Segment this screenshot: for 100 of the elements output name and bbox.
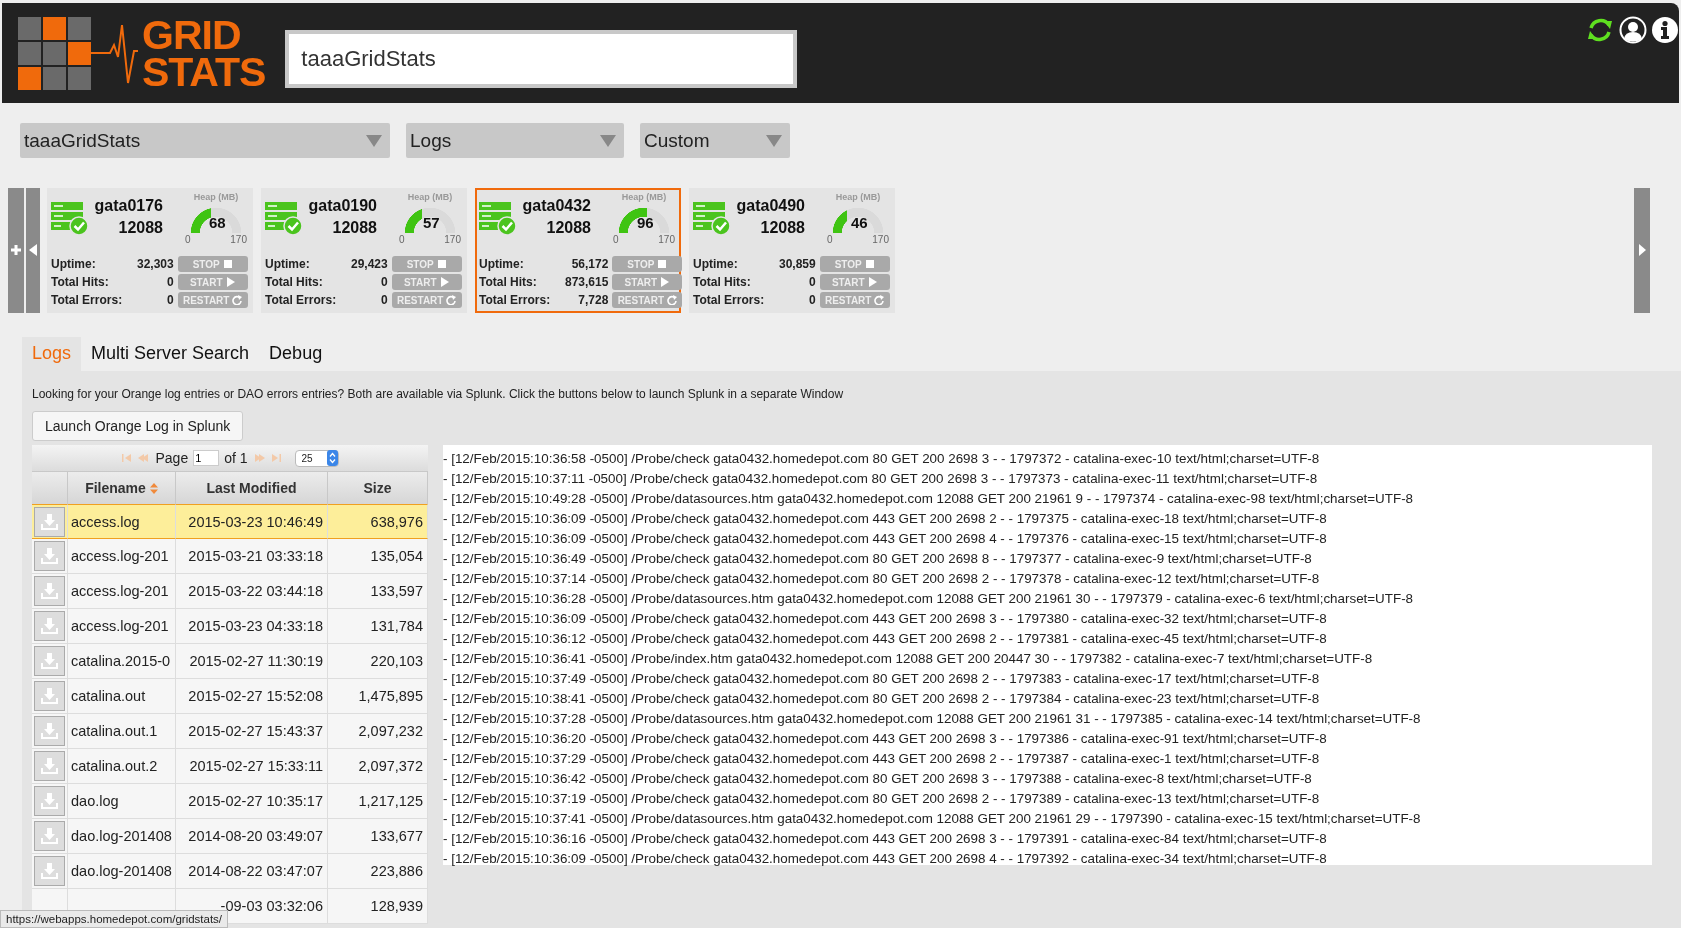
table-cell: dao.log [68, 784, 176, 819]
table-cell: access.log [68, 504, 176, 539]
log-line: - [12/Feb/2015:10:36:28 -0500] /Probe/datasources.htm gata0432.homedepot.com 12088 GET 200 21961 30 - - 1797379 - catalina-exec-6 text/html;charset=UTF-8 [443, 590, 1415, 608]
heap-value: 46 [851, 214, 868, 231]
table-cell: 133,677 [328, 819, 428, 854]
log-line: - [12/Feb/2015:10:37:41 -0500] /Probe/datasources.htm gata0432.homedepot.com 12088 GET 200 21961 29 - - 1797390 - catalina-exec-15 text/html;charset=UTF-8 [443, 810, 1422, 828]
search-field[interactable]: taaaGridStats [285, 30, 798, 88]
dropdown[interactable]: taaaGridStats [20, 123, 390, 158]
log-line: - [12/Feb/2015:10:36:09 -0500] /Probe/check gata0432.homedepot.com 443 GET 200 2698 4 - - 1797376 - catalina-exec-15 text/html;charset=UTF-8 [443, 530, 1328, 548]
stat-label: Uptime: [479, 257, 525, 271]
previous-icon[interactable] [26, 188, 40, 313]
table-cell: access.log-201 [68, 539, 176, 574]
download-icon[interactable] [34, 506, 65, 537]
table-cell: 2015-02-27 15:43:37 [176, 714, 328, 749]
download-icon[interactable] [34, 786, 65, 816]
server-name: gata0432 [522, 196, 591, 216]
server-check-icon [265, 200, 303, 236]
stat-value: 0 [166, 275, 174, 289]
page-field[interactable]: 1 [193, 450, 220, 466]
tab[interactable]: Multi Server Search [81, 337, 260, 371]
previous-page-icon[interactable] [138, 453, 151, 463]
stat-value: 873,615 [565, 275, 609, 289]
column-header[interactable]: Last Modified [176, 471, 328, 504]
notice-text: Looking for your Orange log entries or DAO errors entries? Both are available via Splunk. Click the buttons below to launch Splunk in a separate Window [32, 386, 845, 403]
download-icon[interactable] [34, 716, 65, 746]
stat-label: Total Errors: [51, 293, 124, 307]
gauge-label: Heap (MB) [193, 192, 239, 202]
heap-value: 57 [423, 214, 440, 231]
download-icon[interactable] [34, 821, 65, 851]
add-icon[interactable] [8, 188, 24, 313]
table-cell: 2015-02-27 10:35:17 [176, 784, 328, 819]
download-icon[interactable] [34, 646, 65, 676]
stat-value: 0 [808, 293, 816, 307]
log-line: - [12/Feb/2015:10:37:11 -0500] /Probe/check gata0432.homedepot.com 80 GET 200 2698 3 - - 1797373 - catalina-exec-11 text/html;charset=UTF-8 [443, 470, 1319, 488]
stat-label: Total Hits: [51, 275, 110, 289]
stop-icon [222, 259, 233, 269]
table-cell: dao.log-201408 [68, 854, 176, 889]
server-check-icon [479, 200, 517, 236]
stat-value: 0 [380, 275, 388, 289]
stat-value: 0 [166, 293, 174, 307]
download-icon[interactable] [34, 681, 65, 711]
stop-icon [436, 259, 447, 269]
stat-label: Total Errors: [479, 293, 552, 307]
download-icon[interactable] [34, 751, 65, 781]
gauge-max: 170 [658, 234, 675, 245]
server-card[interactable]: gata0432 12088 Heap (MB) 96 0 170 Uptime: 56,172 STOP Total Hits: 873,615 START Total Errors: 7,728 RESTART [475, 188, 681, 313]
download-icon[interactable] [34, 541, 65, 571]
stat-label: Uptime: [693, 257, 739, 271]
log-line: - [12/Feb/2015:10:36:09 -0500] /Probe/check gata0432.homedepot.com 443 GET 200 2698 3 - - 1797380 - catalina-exec-32 text/html;charset=UTF-8 [443, 610, 1328, 628]
info-icon[interactable] [1651, 16, 1679, 44]
log-line: - [12/Feb/2015:10:49:28 -0500] /Probe/datasources.htm gata0432.homedepot.com 12088 GET 200 21961 9 - - 1797374 - catalina-exec-98 text/html;charset=UTF-8 [443, 490, 1415, 508]
download-icon[interactable] [34, 611, 65, 641]
tab[interactable]: Debug [259, 337, 333, 371]
table-cell: 133,597 [328, 574, 428, 609]
gauge-min: 0 [399, 234, 405, 245]
column-header[interactable]: Filename [68, 471, 176, 504]
table-cell: access.log-201 [68, 574, 176, 609]
table-cell: catalina.out.1 [68, 714, 176, 749]
table-cell: 2015-03-23 10:46:49 [176, 504, 328, 539]
log-line: - [12/Feb/2015:10:36:42 -0500] /Probe/check gata0432.homedepot.com 80 GET 200 2698 3 - - 1797388 - catalina-exec-8 text/html;charset=UTF-8 [443, 770, 1313, 788]
caret-icon [766, 134, 782, 147]
gauge-label: Heap (MB) [621, 192, 667, 202]
log-line: - [12/Feb/2015:10:37:49 -0500] /Probe/check gata0432.homedepot.com 80 GET 200 2698 2 - - 1797383 - catalina-exec-17 text/html;charset=UTF-8 [443, 670, 1321, 688]
log-line: - [12/Feb/2015:10:36:16 -0500] /Probe/check gata0432.homedepot.com 443 GET 200 2698 3 - - 1797391 - catalina-exec-84 text/html;charset=UTF-8 [443, 830, 1328, 848]
gauge-label: Heap (MB) [407, 192, 453, 202]
table-cell: 2015-02-27 15:52:08 [176, 679, 328, 714]
log-line: - [12/Feb/2015:10:38:41 -0500] /Probe/check gata0432.homedepot.com 80 GET 200 2698 2 - - 1797384 - catalina-exec-23 text/html;charset=UTF-8 [443, 690, 1321, 708]
stat-value: 56,172 [570, 257, 609, 271]
next-icon[interactable] [1634, 188, 1650, 313]
server-port: 12088 [760, 218, 805, 238]
table-cell: 2,097,372 [328, 749, 428, 784]
download-icon[interactable] [34, 576, 65, 606]
log-line: - [12/Feb/2015:10:36:20 -0500] /Probe/check gata0432.homedepot.com 443 GET 200 2698 3 - - 1797386 - catalina-exec-91 text/html;charset=UTF-8 [443, 730, 1328, 748]
launch-splunk-button[interactable]: Launch Orange Log in Splunk [32, 411, 244, 441]
server-port: 12088 [546, 218, 591, 238]
next-page-icon[interactable] [252, 453, 265, 463]
user-icon[interactable] [1619, 16, 1647, 44]
stop-icon [657, 259, 668, 269]
start-icon [867, 277, 878, 287]
restart-icon [446, 295, 457, 305]
restart-icon [874, 295, 885, 305]
stop-icon [864, 259, 875, 269]
dropdown[interactable]: Custom [640, 123, 790, 158]
table-cell: dao.log-201408 [68, 819, 176, 854]
column-header[interactable]: Size [328, 471, 428, 504]
table-cell: 2015-03-22 03:44:18 [176, 574, 328, 609]
download-icon[interactable] [34, 856, 65, 886]
log-line: - [12/Feb/2015:10:36:58 -0500] /Probe/check gata0432.homedepot.com 80 GET 200 2698 3 - - 1797372 - catalina-exec-10 text/html;charset=UTF-8 [443, 450, 1321, 468]
dropdown[interactable]: Logs [406, 123, 624, 158]
first-page-icon[interactable] [121, 453, 134, 463]
stat-label: Total Hits: [265, 275, 324, 289]
stat-value: 30,859 [779, 257, 816, 271]
logo-squares-icon [18, 17, 140, 91]
spinner-icon [326, 450, 338, 466]
page-size-select[interactable]: 25 [294, 449, 339, 467]
stat-label: Uptime: [265, 257, 311, 271]
server-name: gata0190 [308, 196, 377, 216]
last-page-icon[interactable] [269, 453, 282, 463]
table-cell: 135,054 [328, 539, 428, 574]
table-cell: 638,976 [328, 504, 428, 539]
